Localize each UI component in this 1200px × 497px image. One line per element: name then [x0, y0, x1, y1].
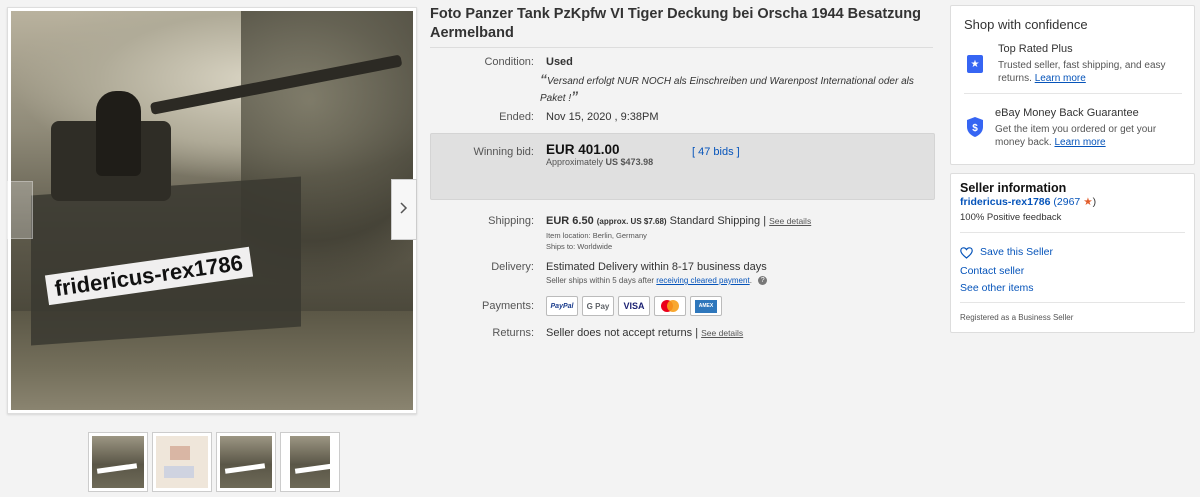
amex-logo: AMEX: [690, 296, 722, 316]
info-icon[interactable]: ?: [758, 276, 768, 286]
shipping-value: EUR 6.50: [546, 215, 594, 227]
ships-to: Ships to: Worldwide: [546, 242, 613, 251]
shipping-see-details-link[interactable]: See details: [769, 216, 811, 226]
shop-confidence-heading: Shop with confidence: [964, 17, 1088, 32]
approx-value: US $473.98: [605, 157, 654, 167]
thumbnail-4[interactable]: [280, 432, 340, 492]
delivery-note-suffix: .: [749, 276, 752, 285]
condition-label: Condition:: [484, 56, 534, 68]
delivery-note: Seller ships within 5 days after receivi…: [546, 276, 768, 286]
bids-link[interactable]: 47 bids: [698, 146, 733, 158]
shipping-method: Standard Shipping |: [669, 215, 767, 227]
ended-label: Ended:: [499, 111, 534, 123]
ended-value: Nov 15, 2020 , 9:38PM: [546, 111, 659, 123]
shipping-cost: EUR 6.50 (approx. US $7.68) Standard Shi…: [546, 215, 811, 227]
payment-methods: PayPal G Pay VISA AMEX: [546, 296, 722, 316]
star-icon: ★: [1083, 196, 1093, 208]
cleared-payment-link[interactable]: receiving cleared payment: [656, 276, 749, 285]
delivery-value: Estimated Delivery within 8-17 business …: [546, 261, 767, 273]
positive-feedback: 100% Positive feedback: [960, 212, 1062, 223]
top-rated-title: Top Rated Plus: [998, 43, 1073, 55]
seller-divider-2: [960, 302, 1185, 303]
guarantee-text: Get the item you ordered or get your mon…: [995, 123, 1180, 149]
contact-seller-link[interactable]: Contact seller: [960, 265, 1024, 277]
shipping-label: Shipping:: [488, 215, 534, 227]
next-image-button[interactable]: [391, 179, 417, 240]
seller-info-heading: Seller information: [960, 181, 1067, 195]
paypal-logo: PayPal: [546, 296, 578, 316]
item-location: Item location: Berlin, Germany: [546, 231, 647, 240]
condition-value: Used: [546, 56, 573, 68]
seller-divider-1: [960, 232, 1185, 233]
winning-bid-label: Winning bid:: [473, 146, 534, 158]
condition-quote-text: Versand erfolgt NUR NOCH als Einschreibe…: [540, 76, 914, 104]
business-seller-note: Registered as a Business Seller: [960, 313, 1074, 322]
returns-info: Seller does not accept returns | See det…: [546, 327, 743, 339]
shop-divider: [964, 93, 1182, 94]
mastercard-logo: [654, 296, 686, 316]
chevron-right-icon: [400, 201, 408, 218]
main-image-frame: fridericus-rex1786: [7, 7, 417, 414]
thumbnail-1[interactable]: [88, 432, 148, 492]
ribbon-star-icon: ★: [967, 55, 983, 73]
thumbnail-2[interactable]: [152, 432, 212, 492]
svg-text:$: $: [972, 123, 978, 134]
main-item-image[interactable]: fridericus-rex1786: [11, 11, 413, 410]
winning-bid-box: [430, 133, 935, 200]
feedback-score-close: ): [1092, 196, 1097, 208]
condition-description: “Versand erfolgt NUR NOCH als Einschreib…: [540, 71, 914, 104]
returns-see-details-link[interactable]: See details: [701, 328, 743, 338]
top-rated-learn-more-link[interactable]: Learn more: [1035, 73, 1086, 84]
shop-with-confidence-panel: Shop with confidence ★ Top Rated Plus Tr…: [950, 5, 1195, 165]
returns-label: Returns:: [492, 327, 534, 339]
visa-logo: VISA: [618, 296, 650, 316]
delivery-label: Delivery:: [491, 261, 534, 273]
item-title: Foto Panzer Tank PzKpfw VI Tiger Deckung…: [430, 6, 921, 41]
shipping-approx: (approx. US $7.68): [596, 217, 667, 226]
seller-identity: fridericus-rex1786 (2967 ★): [960, 196, 1096, 208]
payments-label: Payments:: [482, 300, 534, 312]
guarantee-title: eBay Money Back Guarantee: [995, 107, 1139, 119]
approx-prefix: Approximately: [546, 157, 604, 167]
save-seller-link[interactable]: Save this Seller: [980, 246, 1053, 258]
thumbnail-3[interactable]: [216, 432, 276, 492]
guarantee-learn-more-link[interactable]: Learn more: [1054, 137, 1105, 148]
bid-history: [ 47 bids ]: [692, 146, 740, 158]
approx-price: Approximately US $473.98: [546, 157, 653, 167]
title-divider: [430, 47, 933, 48]
see-other-items-link[interactable]: See other items: [960, 282, 1034, 294]
delivery-note-prefix: Seller ships within 5 days after: [546, 276, 655, 285]
thumbnail-strip: [88, 432, 340, 492]
feedback-score[interactable]: (2967: [1053, 196, 1080, 208]
heart-icon[interactable]: [960, 246, 973, 264]
seller-information-panel: Seller information fridericus-rex1786 (2…: [950, 173, 1195, 333]
shield-dollar-icon: $: [966, 116, 984, 143]
winning-bid-value: EUR 401.00: [546, 142, 620, 157]
google-pay-logo: G Pay: [582, 296, 614, 316]
top-rated-text: Trusted seller, fast shipping, and easy …: [998, 59, 1183, 85]
seller-name-link[interactable]: fridericus-rex1786: [960, 196, 1050, 208]
previous-image-button[interactable]: [7, 181, 33, 239]
returns-value: Seller does not accept returns |: [546, 327, 699, 339]
